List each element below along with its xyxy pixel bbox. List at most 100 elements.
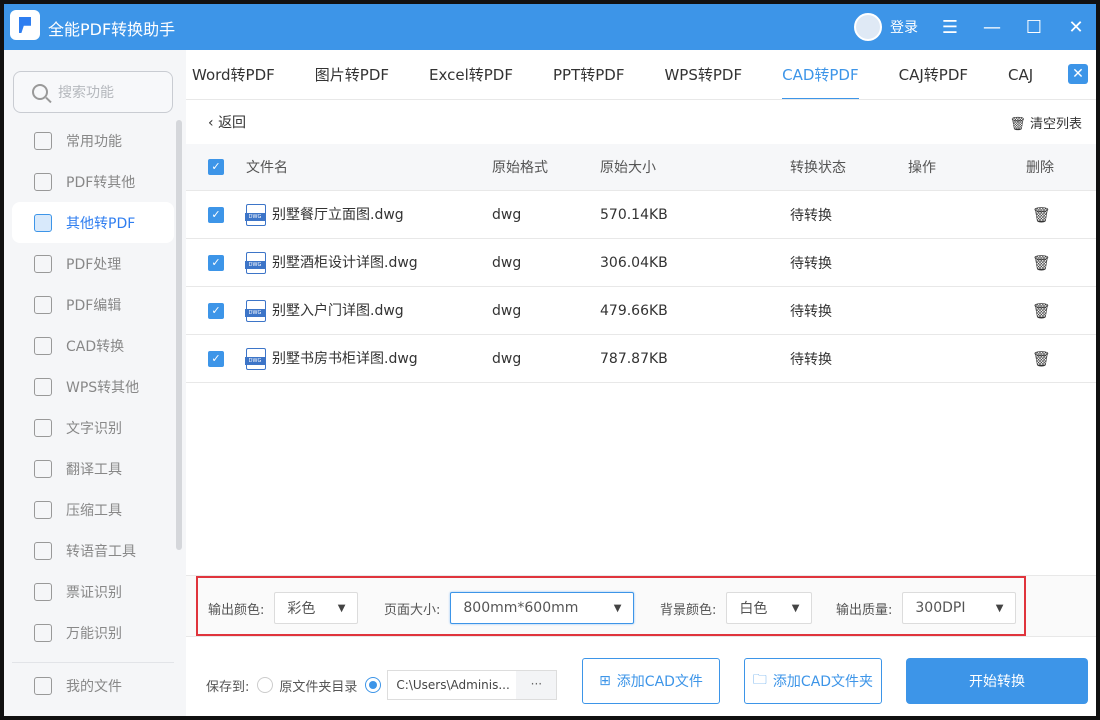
tab[interactable]: 图片转PDF: [295, 50, 409, 99]
background-color-select[interactable]: 白色 ▼: [726, 592, 813, 624]
original-dir-radio[interactable]: [257, 677, 274, 693]
file-format: dwg: [492, 206, 522, 223]
nav-icon: [34, 418, 52, 437]
table-row: ✓ DWG 别墅餐厅立面图.dwg dwg 570.14KB 待转换 🗑: [186, 191, 1096, 239]
clear-list-label: 清空列表: [1029, 116, 1082, 132]
output-color-select[interactable]: 彩色 ▼: [274, 592, 359, 624]
sidebar-item-label: 我的文件: [66, 678, 122, 695]
file-name-text: 别墅酒柜设计详图.dwg: [272, 254, 418, 271]
original-dir-label: 原文件夹目录: [279, 679, 358, 695]
tab[interactable]: PPT转PDF: [533, 50, 644, 99]
file-name: DWG 别墅入户门详图.dwg: [245, 299, 404, 322]
output-path-field[interactable]: C:\Users\Adminis... ···: [387, 670, 558, 700]
sidebar-item[interactable]: WPS转其他: [12, 366, 174, 407]
header-filename: 文件名: [246, 160, 288, 176]
output-quality-label: 输出质量:: [836, 602, 893, 618]
minimize-icon[interactable]: —: [982, 17, 1002, 38]
tab[interactable]: CAJ: [988, 50, 1053, 99]
table-header: ✓ 文件名 原始格式 原始大小 转换状态 操作 删除: [186, 144, 1096, 191]
file-table: ✓ 文件名 原始格式 原始大小 转换状态 操作 删除 ✓ DWG 别墅餐厅立面图.…: [186, 144, 1096, 383]
sidebar-item-label: 压缩工具: [66, 502, 122, 519]
file-name: DWG 别墅书房书柜详图.dwg: [245, 347, 418, 370]
add-cad-file-button[interactable]: ⊞ 添加CAD文件: [582, 658, 720, 704]
save-to-label: 保存到:: [206, 679, 250, 695]
sidebar-item[interactable]: PDF编辑: [12, 284, 174, 325]
sidebar-item-label: PDF转其他: [66, 174, 136, 191]
row-checkbox[interactable]: ✓: [208, 254, 224, 271]
sidebar-item[interactable]: 翻译工具: [12, 448, 174, 489]
sidebar-item-label: 翻译工具: [66, 461, 122, 478]
delete-icon[interactable]: 🗑: [1032, 350, 1051, 368]
close-tabs-icon[interactable]: ✕: [1068, 64, 1088, 84]
table-row: ✓ DWG 别墅酒柜设计详图.dwg dwg 306.04KB 待转换 🗑: [186, 239, 1096, 287]
sidebar-item-label: PDF编辑: [66, 297, 122, 314]
divider: [12, 662, 174, 663]
nav-icon: [34, 623, 52, 642]
file-name-text: 别墅入户门详图.dwg: [272, 302, 404, 319]
main-panel: Word转PDF 图片转PDF Excel转PDF PPT转PDF WPS转PDF CAD…: [186, 50, 1096, 716]
maximize-icon[interactable]: ☐: [1024, 17, 1044, 38]
delete-icon[interactable]: 🗑: [1032, 254, 1051, 272]
button-label: 开始转换: [969, 674, 1025, 690]
nav-icon: [34, 541, 52, 560]
add-cad-folder-button[interactable]: 🗀 添加CAD文件夹: [744, 658, 882, 704]
page-size-select[interactable]: 800mm*600mm ▼: [450, 592, 635, 624]
sidebar-item[interactable]: 转语音工具: [12, 530, 174, 571]
back-button[interactable]: ‹ 返回: [208, 112, 246, 132]
select-value: 300DPI: [915, 600, 966, 616]
trash-icon: 🗑: [1009, 116, 1026, 132]
nav-icon: [34, 377, 52, 396]
select-value: 800mm*600mm: [463, 600, 579, 616]
delete-icon[interactable]: 🗑: [1032, 302, 1051, 320]
avatar[interactable]: [854, 13, 882, 41]
sidebar-item[interactable]: CAD转换: [12, 325, 174, 366]
delete-icon[interactable]: 🗑: [1032, 206, 1051, 224]
page-size-label: 页面大小:: [384, 602, 441, 618]
output-quality-select[interactable]: 300DPI ▼: [902, 592, 1017, 624]
convert-status: 待转换: [790, 207, 832, 224]
select-all-checkbox[interactable]: ✓: [208, 159, 224, 175]
tab[interactable]: Excel转PDF: [409, 50, 533, 99]
icon-text: DWG: [245, 212, 265, 221]
row-checkbox[interactable]: ✓: [208, 302, 224, 319]
sidebar-scrollbar[interactable]: [176, 120, 182, 550]
clear-list-button[interactable]: 🗑 清空列表: [1009, 113, 1082, 132]
header-action: 操作: [908, 160, 936, 176]
app-title: 全能PDF转换助手: [48, 20, 176, 39]
table-row: ✓ DWG 别墅书房书柜详图.dwg dwg 787.87KB 待转换 🗑: [186, 335, 1096, 383]
sidebar-item-my-files[interactable]: 我的文件: [12, 665, 174, 706]
sidebar-item[interactable]: 文字识别: [12, 407, 174, 448]
dwg-file-icon: DWG: [245, 203, 266, 226]
nav-icon: [34, 254, 52, 273]
background-color-label: 背景颜色:: [660, 602, 717, 618]
file-size: 570.14KB: [600, 206, 668, 223]
close-icon[interactable]: ✕: [1066, 17, 1086, 38]
folder-icon: 🗀: [752, 672, 767, 688]
file-name: DWG 别墅酒柜设计详图.dwg: [245, 251, 418, 274]
sidebar-item[interactable]: 其他转PDF: [12, 202, 174, 243]
login-button[interactable]: 登录: [890, 17, 918, 37]
sidebar-item[interactable]: 票证识别: [12, 571, 174, 612]
title-bar: 全能PDF转换助手 登录 ☰ — ☐ ✕: [4, 4, 1096, 50]
custom-path-radio[interactable]: [365, 677, 382, 693]
row-checkbox[interactable]: ✓: [208, 350, 224, 367]
sidebar-item[interactable]: 万能识别: [12, 612, 174, 653]
sidebar-item[interactable]: PDF转其他: [12, 161, 174, 202]
sidebar-item[interactable]: 压缩工具: [12, 489, 174, 530]
dwg-file-icon: DWG: [245, 299, 266, 322]
row-checkbox[interactable]: ✓: [208, 206, 224, 223]
nav-icon: [34, 500, 52, 519]
select-value: 彩色: [287, 601, 316, 617]
menu-icon[interactable]: ☰: [940, 17, 960, 38]
search-input[interactable]: 搜索功能: [13, 71, 173, 113]
nav-icon: [34, 336, 52, 355]
start-convert-button[interactable]: 开始转换: [906, 658, 1088, 704]
tab[interactable]: WPS转PDF: [644, 50, 762, 99]
tab[interactable]: Word转PDF: [186, 50, 295, 99]
browse-button[interactable]: ···: [516, 671, 557, 699]
tab[interactable]: CAJ转PDF: [879, 50, 988, 99]
tab[interactable]: CAD转PDF: [762, 50, 879, 99]
sidebar-item[interactable]: 常用功能: [12, 120, 174, 161]
sidebar-item[interactable]: PDF处理: [12, 243, 174, 284]
file-size: 787.87KB: [600, 350, 668, 367]
